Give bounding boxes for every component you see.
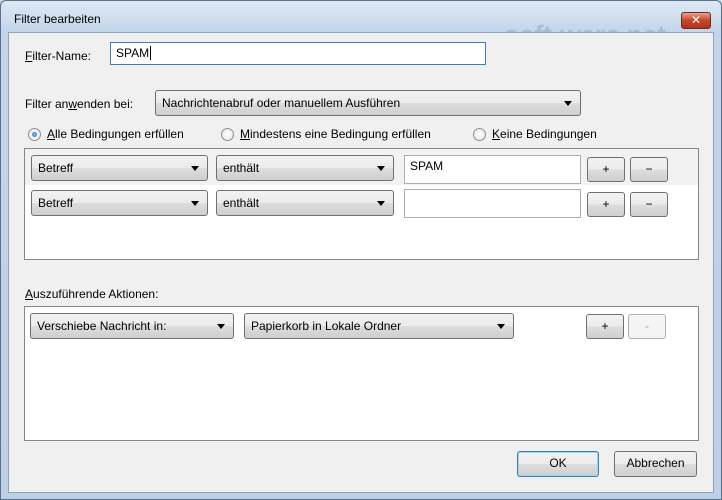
chevron-down-icon bbox=[191, 201, 199, 206]
title-bar[interactable]: Filter bearbeiten ✕ bbox=[1, 1, 721, 35]
action-type-select[interactable]: Verschiebe Nachricht in: bbox=[30, 313, 234, 339]
radio-indicator bbox=[28, 127, 41, 141]
radio-match-all[interactable]: Alle Bedingungen erfüllen bbox=[28, 127, 184, 141]
condition-field-value: Betreff bbox=[38, 196, 74, 210]
plus-icon: + bbox=[601, 319, 609, 333]
chevron-down-icon bbox=[377, 166, 385, 171]
condition-operator-value: enthält bbox=[223, 196, 260, 210]
filter-name-input[interactable]: SPAM bbox=[110, 42, 486, 65]
minus-icon: - bbox=[645, 319, 649, 333]
condition-operator-select[interactable]: enthält bbox=[216, 190, 394, 216]
radio-match-none[interactable]: Keine Bedingungen bbox=[473, 127, 597, 141]
apply-when-value: Nachrichtenabruf oder manuellem Ausführe… bbox=[162, 96, 401, 110]
radio-indicator bbox=[221, 127, 234, 141]
dialog-content: Filter-Name: SPAM Filter anwenden bei: N… bbox=[8, 32, 714, 493]
actions-label: Auszuführende Aktionen: bbox=[25, 287, 159, 301]
condition-value-input[interactable]: SPAM bbox=[404, 155, 581, 184]
plus-icon: + bbox=[602, 197, 610, 211]
filter-name-value: SPAM bbox=[116, 46, 150, 60]
chevron-down-icon bbox=[564, 101, 572, 106]
add-condition-button[interactable]: + bbox=[587, 192, 625, 217]
condition-value-input[interactable] bbox=[404, 189, 581, 218]
action-target-select[interactable]: Papierkorb in Lokale Ordner bbox=[244, 313, 514, 339]
filter-name-label: Filter-Name: bbox=[25, 49, 92, 63]
plus-icon: + bbox=[602, 162, 610, 176]
remove-condition-button[interactable]: − bbox=[630, 192, 668, 217]
action-type-value: Verschiebe Nachricht in: bbox=[37, 319, 167, 333]
chevron-down-icon bbox=[497, 324, 505, 329]
minus-icon: − bbox=[645, 162, 653, 176]
radio-label: Keine Bedingungen bbox=[492, 127, 597, 141]
radio-indicator bbox=[473, 127, 486, 141]
action-target-value: Papierkorb in Lokale Ordner bbox=[251, 319, 402, 333]
apply-when-select[interactable]: Nachrichtenabruf oder manuellem Ausführe… bbox=[155, 90, 581, 116]
ok-button[interactable]: OK bbox=[517, 451, 599, 477]
chevron-down-icon bbox=[191, 166, 199, 171]
cancel-button[interactable]: Abbrechen bbox=[614, 451, 697, 477]
dialog-window: Filter bearbeiten ✕ soft-ware.net AKTUEL… bbox=[0, 0, 722, 500]
actions-list: Verschiebe Nachricht in: Papierkorb in L… bbox=[24, 306, 699, 441]
minus-icon: − bbox=[645, 197, 653, 211]
close-icon: ✕ bbox=[690, 13, 702, 27]
condition-value-text: SPAM bbox=[410, 159, 444, 173]
radio-label: Alle Bedingungen erfüllen bbox=[47, 127, 184, 141]
close-button[interactable]: ✕ bbox=[681, 12, 711, 29]
condition-operator-value: enthält bbox=[223, 161, 260, 175]
add-condition-button[interactable]: + bbox=[587, 157, 625, 182]
condition-field-select[interactable]: Betreff bbox=[31, 155, 208, 181]
condition-operator-select[interactable]: enthält bbox=[216, 155, 394, 181]
add-action-button[interactable]: + bbox=[586, 314, 624, 339]
chevron-down-icon bbox=[217, 324, 225, 329]
condition-field-value: Betreff bbox=[38, 161, 74, 175]
radio-label: Mindestens eine Bedingung erfüllen bbox=[240, 127, 431, 141]
radio-match-any[interactable]: Mindestens eine Bedingung erfüllen bbox=[221, 127, 431, 141]
remove-condition-button[interactable]: − bbox=[630, 157, 668, 182]
remove-action-button[interactable]: - bbox=[628, 314, 666, 339]
conditions-list: Betreff enthält SPAM + − Betreff enthält bbox=[24, 148, 699, 260]
condition-field-select[interactable]: Betreff bbox=[31, 190, 208, 216]
chevron-down-icon bbox=[377, 201, 385, 206]
apply-when-label: Filter anwenden bei: bbox=[25, 97, 134, 111]
window-title: Filter bearbeiten bbox=[14, 12, 101, 26]
